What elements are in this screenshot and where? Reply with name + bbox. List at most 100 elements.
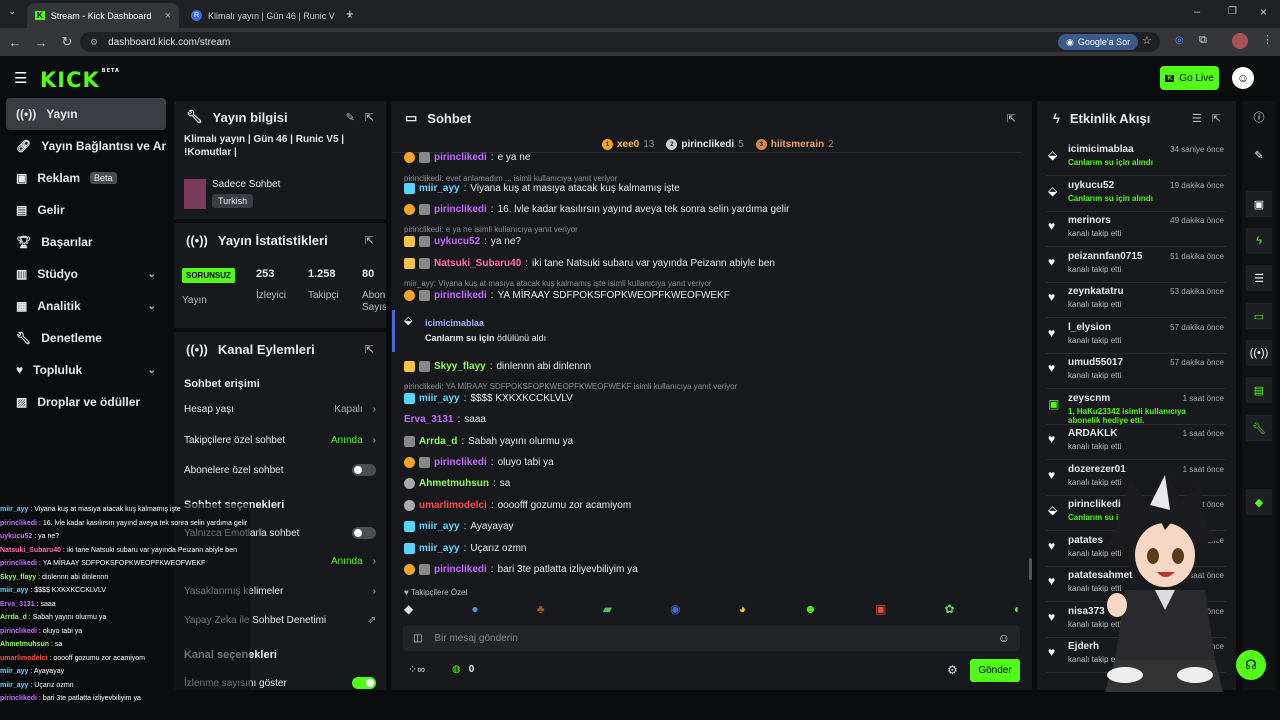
extension-icon[interactable]: ◎ bbox=[1175, 35, 1184, 46]
close-icon[interactable]: × bbox=[165, 10, 171, 22]
sidebar-item-analitik[interactable]: ▦ Analitik ⌄ bbox=[6, 291, 166, 321]
chat-message[interactable]: uykucu52: ya ne? bbox=[404, 236, 521, 247]
popout-icon[interactable]: ⇱ bbox=[1212, 112, 1221, 125]
lightning-icon[interactable]: ϟ bbox=[1246, 228, 1272, 254]
sidebar-item-denetleme[interactable]: 🔧︎ Denetleme bbox=[6, 323, 166, 353]
chat-username[interactable]: Skyy_flayy bbox=[434, 361, 486, 372]
activity-item[interactable]: ♥ umud55017 57 dakika önce kanalı takip ett… bbox=[1046, 353, 1226, 389]
top-gifter-3[interactable]: 3 hiitsmerain 2 bbox=[755, 139, 834, 150]
site-info-icon[interactable]: ⚙ bbox=[90, 37, 98, 48]
sidebar-item-yayin[interactable]: ((•)) Yayın bbox=[6, 98, 166, 130]
chat-username[interactable]: Arrda_d bbox=[419, 436, 457, 447]
emote-icon[interactable]: ◆ bbox=[404, 602, 413, 616]
chat-message[interactable]: Skyy_flayy: dinlennn abi dinlennn bbox=[404, 361, 591, 372]
minimize-icon[interactable]: – bbox=[1194, 6, 1200, 18]
chat-username[interactable]: Ahmetmuhsun bbox=[419, 478, 489, 489]
emote-icon[interactable]: ☻ bbox=[804, 602, 817, 616]
activity-username[interactable]: merinors bbox=[1068, 215, 1111, 226]
chat-username[interactable]: miir_ayy bbox=[419, 521, 460, 532]
chat-icon[interactable]: ▭ bbox=[1246, 303, 1272, 329]
chat-username[interactable]: miir_ayy bbox=[419, 183, 460, 194]
chat-username[interactable]: pirinclikedi bbox=[434, 290, 487, 301]
tab-kick-dashboard[interactable]: K Stream - Kick Dashboard × bbox=[27, 3, 179, 28]
forward-icon[interactable]: → bbox=[28, 35, 54, 50]
chat-username[interactable]: pirinclikedi bbox=[434, 564, 487, 575]
stack-icon[interactable]: ▤ bbox=[1246, 377, 1272, 403]
emote-icon[interactable]: ✿ bbox=[944, 602, 954, 616]
chat-username[interactable]: pirinclikedi bbox=[434, 457, 487, 468]
popout-icon[interactable]: ⇱ bbox=[365, 234, 374, 247]
extensions-puzzle-icon[interactable]: ⧉ bbox=[1199, 34, 1207, 47]
go-live-button[interactable]: K Go Live bbox=[1160, 66, 1219, 90]
activity-item[interactable]: ♥ ARDAKLK 1 saat önce kanalı takip etti bbox=[1046, 424, 1226, 460]
sidebar-item-studyo[interactable]: ▥ Stüdyo ⌄ bbox=[6, 259, 166, 289]
chat-message[interactable]: pirinclikedi: e ya ne bbox=[404, 152, 530, 163]
top-gifter-1[interactable]: 1 xee0 13 bbox=[602, 139, 654, 150]
chat-username[interactable]: miir_ayy bbox=[419, 393, 460, 404]
chat-username[interactable]: pirinclikedi bbox=[434, 204, 487, 215]
activity-item[interactable]: ▣ zeyscnm 1 saat önce 1, HaKu23342 isimli k… bbox=[1046, 389, 1226, 425]
filter-icon[interactable]: ☰ bbox=[1192, 112, 1202, 125]
popout-icon[interactable]: ⇱ bbox=[365, 111, 374, 124]
hamburger-menu-icon[interactable]: ☰ bbox=[14, 69, 27, 87]
activity-username[interactable]: zeyscnm bbox=[1068, 393, 1110, 404]
activity-item[interactable]: ♥ l_elysion 57 dakika önce kanalı takip ett… bbox=[1046, 318, 1226, 354]
emoji-icon[interactable]: ☺ bbox=[998, 631, 1010, 645]
emote-icon[interactable]: ◕ bbox=[739, 602, 746, 616]
chat-message[interactable]: umarlimodelci: oooofff gozumu zor acamiy… bbox=[404, 500, 631, 511]
subs-only-toggle[interactable] bbox=[352, 464, 376, 476]
bookmark-star-icon[interactable]: ☆ bbox=[1142, 34, 1152, 47]
chat-username[interactable]: umarlimodelci bbox=[419, 500, 487, 511]
info-icon[interactable]: ⓘ bbox=[1246, 104, 1272, 130]
activity-username[interactable]: uykucu52 bbox=[1068, 180, 1114, 191]
activity-item[interactable]: ⬙ icimicimablaa 34 saniye önce Canlarım su … bbox=[1046, 140, 1226, 176]
chat-message[interactable]: pirinclikedi: 16. lvle kadar kasılırsın … bbox=[404, 204, 789, 215]
list-icon[interactable]: ☰ bbox=[1246, 265, 1272, 291]
sidebar-item-reklam[interactable]: ▣ Reklam Beta bbox=[6, 163, 166, 193]
chat-message[interactable]: pirinclikedi: YA MİRAAY SDFPOKSFOPKWEOPF… bbox=[404, 290, 730, 301]
activity-username[interactable]: zeynkatatru bbox=[1068, 286, 1124, 297]
activity-username[interactable]: l_elysion bbox=[1068, 322, 1111, 333]
emotes-only-toggle[interactable] bbox=[352, 527, 376, 539]
reload-icon[interactable]: ↻ bbox=[54, 34, 80, 50]
chat-message[interactable]: miir_ayy: $$$$ KXKXKCCKLVLV bbox=[404, 393, 573, 404]
activity-item[interactable]: ♥ merinors 49 dakika önce kanalı takip etti bbox=[1046, 211, 1226, 247]
chat-username[interactable]: uykucu52 bbox=[434, 236, 480, 247]
diamond-icon[interactable]: ◆ bbox=[1246, 489, 1272, 515]
channel-points[interactable]: ◍ 0 bbox=[452, 664, 474, 675]
activity-username[interactable]: peizannfan0715 bbox=[1068, 251, 1142, 262]
broadcast-icon[interactable]: ((•)) bbox=[1246, 340, 1272, 366]
user-avatar[interactable]: ☺ bbox=[1232, 67, 1254, 89]
account-age-row[interactable]: Hesap yaşı Kapalı › bbox=[184, 404, 376, 415]
chat-username[interactable]: pirinclikedi bbox=[434, 152, 487, 163]
show-viewers-toggle[interactable] bbox=[352, 677, 376, 689]
chat-message[interactable]: miir_ayy: Ayayayay bbox=[404, 521, 514, 532]
sidebar-item-basarilar[interactable]: 🏆︎ Başarılar bbox=[6, 227, 166, 257]
activity-item[interactable]: ⬙ uykucu52 19 dakika önce Canlarım su için … bbox=[1046, 176, 1226, 212]
activity-item[interactable]: ♥ zeynkatatru 53 dakika önce kanalı takip e… bbox=[1046, 282, 1226, 318]
event-username[interactable]: icimicimablaa bbox=[425, 318, 484, 328]
chat-message[interactable]: pirinclikedi: bari 3te patlatta izliyevb… bbox=[404, 564, 638, 575]
google-sor-button[interactable]: ◉ Google'a Sor bbox=[1058, 34, 1139, 50]
popout-icon[interactable]: ⇱ bbox=[365, 343, 374, 356]
emote-icon[interactable]: ▰ bbox=[603, 602, 612, 616]
chat-message[interactable]: miir_ayy: Uçarız ozmn bbox=[404, 543, 527, 554]
window-close-icon[interactable]: × bbox=[1260, 5, 1267, 19]
chat-message[interactable]: Erva_3131: saaa bbox=[404, 414, 486, 425]
sidebar-item-topluluk[interactable]: ♥ Topluluk ⌄ bbox=[6, 355, 166, 385]
pencil-icon[interactable]: ✎ bbox=[1246, 142, 1272, 168]
settings-gear-icon[interactable]: ⚙ bbox=[947, 663, 958, 677]
activity-username[interactable]: icimicimablaa bbox=[1068, 144, 1134, 155]
activity-username[interactable]: ARDAKLK bbox=[1068, 428, 1117, 439]
chat-message[interactable]: Ahmetmuhsun: sa bbox=[404, 478, 510, 489]
top-gifter-2[interactable]: 2 pirinclikedi 5 bbox=[666, 139, 744, 150]
activity-username[interactable]: umud55017 bbox=[1068, 357, 1123, 368]
emote-icon[interactable]: ◖ bbox=[1013, 602, 1020, 616]
chat-scrollbar[interactable] bbox=[1029, 558, 1032, 580]
tab-list-icon[interactable]: ⌄ bbox=[8, 6, 16, 17]
address-bar[interactable]: ⚙ dashboard.kick.com/stream bbox=[80, 32, 1160, 52]
chat-message[interactable]: Arrda_d: Sabah yayını olurmu ya bbox=[404, 436, 573, 447]
sidebar-item-gelir[interactable]: ▤ Gelir bbox=[6, 195, 166, 225]
ad-icon[interactable]: ▣ bbox=[1246, 191, 1272, 217]
chat-message[interactable]: pirinclikedi: oluyo tabi ya bbox=[404, 457, 554, 468]
